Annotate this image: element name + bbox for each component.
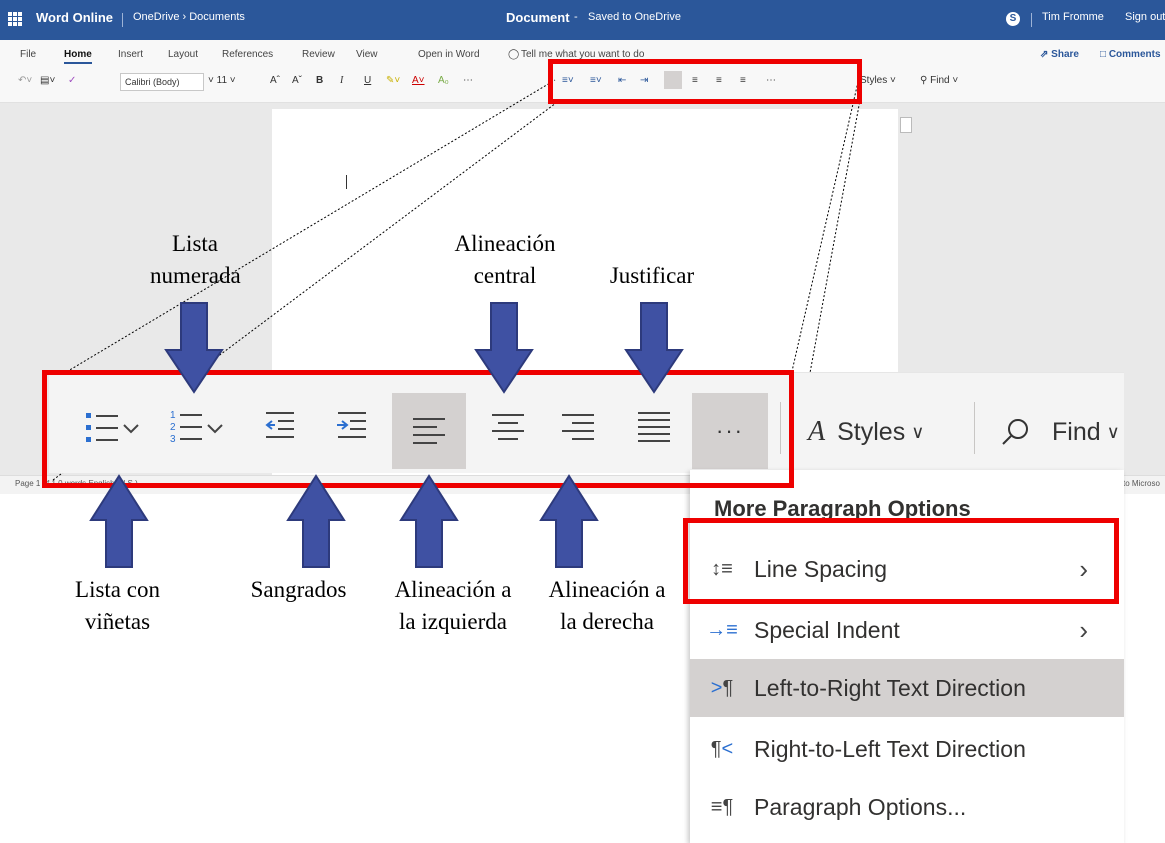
label-justify: Justificar: [609, 263, 695, 288]
chevron-down-icon: ∨: [911, 421, 925, 442]
label-line: la derecha: [560, 609, 654, 634]
find-label: Find: [1052, 417, 1101, 446]
menu-item-label: Paragraph Options...: [754, 793, 967, 820]
ltr-direction-item[interactable]: >¶ Left-to-Right Text Direction: [690, 659, 1124, 717]
chevron-right-icon: ›: [1079, 614, 1088, 645]
ltr-direction-icon: >¶: [710, 676, 734, 699]
red-highlight-small: [548, 59, 862, 104]
paragraph-options-item[interactable]: ≡¶ Paragraph Options...: [690, 778, 1124, 836]
styles-button[interactable]: A Styles ∨: [808, 410, 924, 454]
label-line: numerada: [150, 263, 241, 288]
menu-item-label: Right-to-Left Text Direction: [754, 735, 1026, 762]
find-button[interactable]: Find ∨: [1000, 410, 1120, 454]
label-bullets: Lista con viñetas: [55, 574, 180, 638]
chevron-down-icon: ∨: [1106, 421, 1120, 442]
label-line: central: [473, 263, 537, 288]
rtl-direction-icon: ¶<: [710, 737, 734, 760]
menu-item-label: Special Indent: [754, 616, 900, 643]
special-indent-item[interactable]: →≡ Special Indent ›: [690, 601, 1124, 659]
styles-label: Styles: [837, 417, 906, 446]
red-highlight-line-spacing: [683, 518, 1119, 604]
label-line: Alineación: [454, 231, 556, 256]
red-highlight-toolbar: [42, 370, 794, 488]
label-line: Alineación a: [548, 577, 666, 602]
menu-item-label: Left-to-Right Text Direction: [754, 674, 1026, 701]
styles-icon: A: [808, 416, 826, 447]
label-indents: Sangrados: [250, 577, 347, 602]
label-line: Lista: [172, 231, 218, 256]
search-icon: [1002, 419, 1028, 445]
label-center-align: Alineación central: [430, 228, 580, 292]
label-line: viñetas: [84, 609, 151, 634]
rtl-direction-item[interactable]: ¶< Right-to-Left Text Direction: [690, 720, 1124, 778]
label-left-align: Alineación a la izquierda: [378, 574, 528, 638]
paragraph-options-icon: ≡¶: [710, 795, 734, 818]
label-line: la izquierda: [399, 609, 507, 634]
label-numbered-list: Lista numerada: [150, 228, 241, 292]
label-right-align: Alineación a la derecha: [532, 574, 682, 638]
toolbar-divider-2: [974, 402, 975, 454]
label-line: Alineación a: [394, 577, 512, 602]
special-indent-icon: →≡: [706, 618, 738, 641]
label-line: Lista con: [75, 577, 160, 602]
